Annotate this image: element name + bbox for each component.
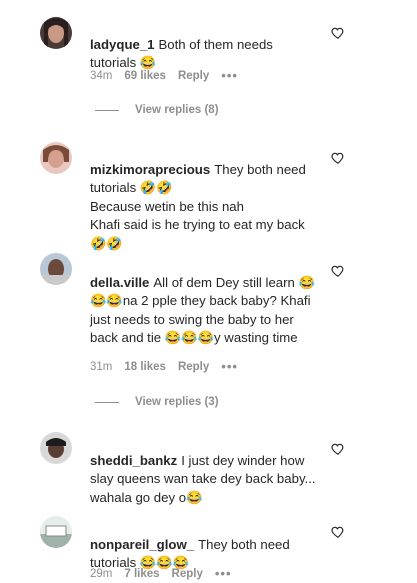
comment-text: mizkimoraprecious They both need tutorial… — [90, 142, 320, 253]
comment-time: 34m — [90, 70, 113, 82]
comment-time: 31m — [90, 361, 113, 373]
comment-meta: 34m 69 likes Reply ••• — [90, 69, 238, 82]
comment-likes[interactable]: 7 likes — [124, 568, 159, 580]
comment-username[interactable]: sheddi_bankz — [90, 453, 177, 468]
comment-likes[interactable]: 18 likes — [124, 361, 166, 373]
more-options-icon[interactable]: ••• — [215, 567, 232, 580]
comment-text: nonpareil_glow_ They both need tutorials … — [90, 517, 320, 573]
avatar[interactable] — [40, 17, 72, 49]
comment-text: sheddi_bankz I just dey winder how slay q… — [90, 433, 320, 507]
comment-meta: 31m 18 likes Reply ••• — [90, 360, 238, 373]
comment-username[interactable]: ladyque_1 — [90, 37, 155, 52]
view-replies-label: View replies (3) — [135, 396, 219, 408]
avatar[interactable] — [40, 432, 72, 464]
heart-icon[interactable] — [331, 151, 345, 165]
avatar[interactable] — [40, 142, 72, 174]
more-options-icon[interactable]: ••• — [221, 360, 238, 373]
avatar[interactable] — [40, 516, 72, 548]
comment-meta: 29m 7 likes Reply ••• — [90, 567, 232, 580]
divider-line — [95, 109, 119, 111]
comment-text: ladyque_1 Both of them needs tutorials 😂 — [90, 17, 320, 73]
divider-line — [95, 401, 119, 403]
comment-text: della.ville All of dem Dey still learn 😂😂… — [90, 255, 320, 348]
comment-likes[interactable]: 69 likes — [124, 70, 166, 82]
more-options-icon[interactable]: ••• — [221, 69, 238, 82]
heart-icon[interactable] — [331, 525, 345, 539]
avatar[interactable] — [40, 253, 72, 285]
comment-username[interactable]: mizkimoraprecious — [90, 162, 210, 177]
heart-icon[interactable] — [331, 264, 345, 278]
comment-time: 29m — [90, 568, 113, 580]
heart-icon[interactable] — [331, 442, 345, 456]
view-replies-button[interactable]: View replies (8) — [95, 104, 219, 116]
reply-button[interactable]: Reply — [178, 361, 209, 373]
view-replies-label: View replies (8) — [135, 104, 219, 116]
view-replies-button[interactable]: View replies (3) — [95, 396, 219, 408]
comment-username[interactable]: nonpareil_glow_ — [90, 537, 194, 552]
comment-username[interactable]: della.ville — [90, 275, 149, 290]
heart-icon[interactable] — [331, 26, 345, 40]
reply-button[interactable]: Reply — [172, 568, 203, 580]
reply-button[interactable]: Reply — [178, 70, 209, 82]
